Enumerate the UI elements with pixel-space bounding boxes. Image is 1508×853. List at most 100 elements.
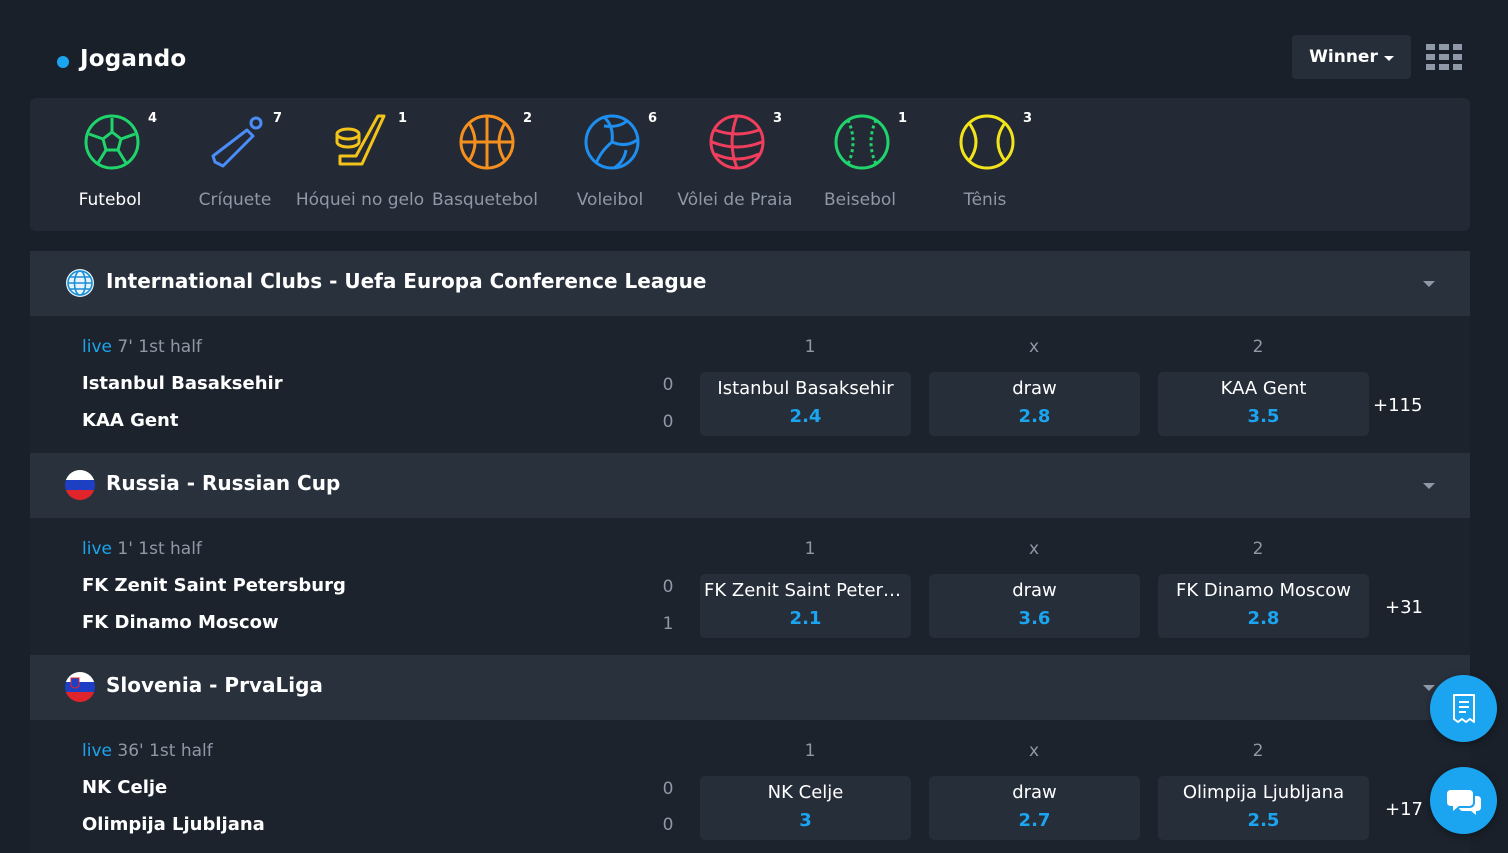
home-score: 0 [662, 577, 674, 597]
odds-label: KAA Gent [1220, 378, 1307, 399]
odds-label: NK Celje [767, 782, 844, 803]
odds-value: 2.7 [1018, 810, 1051, 831]
sport-count: 1 [898, 111, 908, 126]
away-score: 1 [662, 614, 674, 634]
soccer-ball-icon [84, 114, 140, 170]
odds-button-away[interactable]: KAA Gent 3.5 [1158, 372, 1369, 436]
sport-tab-baseball[interactable]: 1 Beisebol [790, 98, 930, 231]
odds-value: 3.5 [1247, 406, 1280, 427]
league-header[interactable]: Slovenia - PrvaLiga [30, 655, 1470, 720]
odds-label: draw [1012, 782, 1057, 803]
sport-tab-cricket[interactable]: 7 Críquete [165, 98, 305, 231]
odds-button-home[interactable]: NK Celje 3 [700, 776, 911, 840]
sport-tab-beach-volleyball[interactable]: 3 Vôlei de Praia [665, 98, 805, 231]
away-team[interactable]: Olimpija Ljubljana [82, 814, 265, 835]
sport-label: Hóquei no gelo [295, 190, 425, 210]
home-score: 0 [662, 375, 674, 395]
odds-label: FK Zenit Saint Petersburg [704, 580, 911, 601]
live-label: live [82, 741, 112, 761]
odds-column-draw: x [1028, 741, 1040, 761]
home-team[interactable]: FK Zenit Saint Petersburg [82, 575, 346, 596]
odds-value: 2.1 [789, 608, 822, 629]
odds-column-home: 1 [804, 337, 816, 357]
baseball-icon [834, 114, 890, 170]
more-markets-link[interactable]: +31 [1385, 597, 1423, 618]
page-header: Jogando Winner [30, 34, 1470, 90]
home-team[interactable]: Istanbul Basaksehir [82, 373, 283, 394]
tennis-ball-icon [959, 114, 1015, 170]
odds-label: Olimpija Ljubljana [1182, 782, 1345, 803]
league-header[interactable]: International Clubs - Uefa Europa Confer… [30, 251, 1470, 316]
match-row: live 36' 1st half NK Celje Olimpija Ljub… [30, 720, 1470, 853]
odds-button-away[interactable]: Olimpija Ljubljana 2.5 [1158, 776, 1369, 840]
sport-count: 3 [773, 111, 783, 126]
cricket-bat-icon [211, 116, 263, 168]
match-time: 7' 1st half [117, 337, 202, 357]
globe-icon [66, 269, 94, 297]
sport-label: Voleibol [576, 190, 644, 210]
odds-button-home[interactable]: Istanbul Basaksehir 2.4 [700, 372, 911, 436]
sport-label: Futebol [78, 190, 142, 210]
grid-icon [1426, 44, 1462, 70]
odds-button-draw[interactable]: draw 2.7 [929, 776, 1140, 840]
receipt-icon [1452, 693, 1475, 723]
sport-tab-tennis[interactable]: 3 Tênis [915, 98, 1055, 231]
betslip-button[interactable] [1430, 675, 1497, 742]
odds-column-draw: x [1028, 539, 1040, 559]
chat-bubbles-icon [1446, 789, 1481, 815]
basketball-icon [459, 114, 515, 170]
away-score: 0 [662, 412, 674, 432]
live-label: live [82, 337, 112, 357]
away-team[interactable]: FK Dinamo Moscow [82, 612, 279, 633]
odds-button-away[interactable]: FK Dinamo Moscow 2.8 [1158, 574, 1369, 638]
league-name: Slovenia - PrvaLiga [106, 673, 323, 697]
match-time: 36' 1st half [117, 741, 213, 761]
sport-tab-football[interactable]: 4 Futebol [40, 98, 180, 231]
odds-column-away: 2 [1252, 539, 1264, 559]
odds-column-home: 1 [804, 539, 816, 559]
odds-button-home[interactable]: FK Zenit Saint Petersburg 2.1 [700, 574, 911, 638]
sport-count: 2 [523, 111, 533, 126]
league-header[interactable]: Russia - Russian Cup [30, 453, 1470, 518]
caret-down-icon [1383, 55, 1394, 61]
match-status: live 1' 1st half [82, 539, 202, 559]
sport-label: Beisebol [823, 190, 897, 210]
grid-view-button[interactable] [1426, 44, 1462, 70]
more-markets-link[interactable]: +115 [1373, 395, 1422, 416]
odds-column-draw: x [1028, 337, 1040, 357]
sport-count: 6 [648, 111, 658, 126]
away-score: 0 [662, 815, 674, 835]
market-selector-dropdown[interactable]: Winner [1292, 35, 1411, 79]
league-name: International Clubs - Uefa Europa Confer… [106, 269, 707, 293]
odds-value: 2.5 [1247, 810, 1280, 831]
chevron-down-icon [1423, 685, 1435, 691]
match-status: live 36' 1st half [82, 741, 213, 761]
sport-count: 3 [1023, 111, 1033, 126]
sport-label: Vôlei de Praia [677, 190, 793, 210]
odds-value: 2.4 [789, 406, 822, 427]
hockey-stick-icon [335, 114, 386, 166]
chevron-down-icon [1423, 483, 1435, 489]
sport-count: 4 [148, 111, 158, 126]
sport-label: Basquetebol [431, 190, 538, 210]
odds-label: FK Dinamo Moscow [1176, 580, 1351, 601]
more-markets-link[interactable]: +17 [1385, 799, 1423, 820]
odds-column-away: 2 [1252, 337, 1264, 357]
league-name: Russia - Russian Cup [106, 471, 341, 495]
home-team[interactable]: NK Celje [82, 777, 167, 798]
page-title: Jogando [80, 46, 187, 72]
match-time: 1' 1st half [117, 539, 202, 559]
away-team[interactable]: KAA Gent [82, 410, 178, 431]
sport-label: Críquete [198, 190, 272, 210]
chat-button[interactable] [1430, 767, 1497, 834]
odds-button-draw[interactable]: draw 3.6 [929, 574, 1140, 638]
odds-column-home: 1 [804, 741, 816, 761]
sport-tab-volleyball[interactable]: 6 Voleibol [540, 98, 680, 231]
home-score: 0 [662, 779, 674, 799]
odds-label: draw [1012, 378, 1057, 399]
sport-tab-ice-hockey[interactable]: 1 Hóquei no gelo [290, 98, 430, 231]
odds-button-draw[interactable]: draw 2.8 [929, 372, 1140, 436]
odds-label: Istanbul Basaksehir [717, 378, 894, 399]
sport-tab-basketball[interactable]: 2 Basquetebol [415, 98, 555, 231]
odds-value: 3 [799, 810, 812, 831]
